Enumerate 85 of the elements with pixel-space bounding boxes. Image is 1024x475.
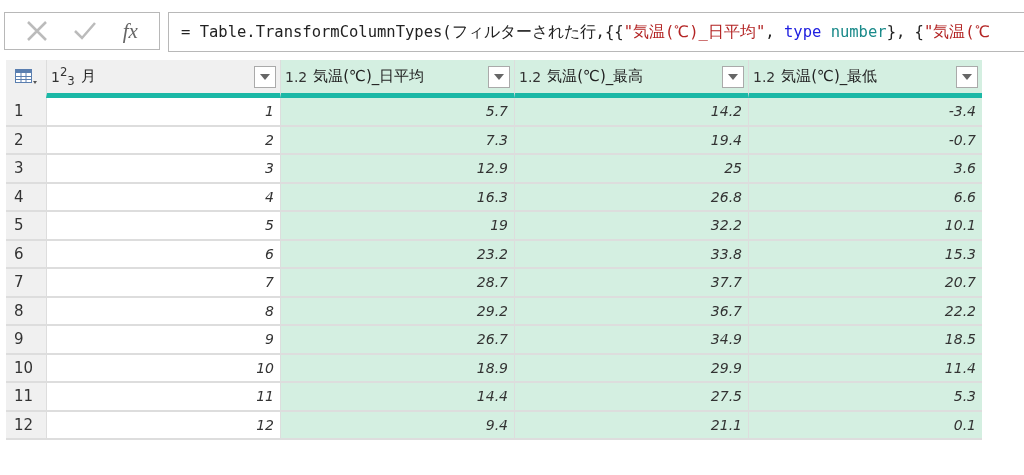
table-cell: 25 [514,155,748,184]
column-name: 気温(℃)_最低 [781,67,879,86]
table-cell: 26.7 [280,326,514,355]
column-name: 気温(℃)_最高 [547,67,645,86]
caret-icon [728,73,738,80]
table-cell: 32.2 [514,212,748,241]
caret-icon [962,73,972,80]
table-cell: 11.4 [748,354,982,383]
table-cell: 9.4 [280,411,514,440]
column-name: 気温(℃)_日平均 [313,67,426,86]
table-cell: 22.2 [748,297,982,326]
table-cell: 34.9 [514,326,748,355]
column-header[interactable]: 1.2 気温(℃)_最高 [514,60,748,98]
row-number: 10 [6,354,46,383]
row-number: 5 [6,212,46,241]
filter-dropdown-button[interactable] [956,65,978,88]
table-cell: 5 [46,212,280,241]
table-cell: 5.7 [280,98,514,127]
table-cell: 18.9 [280,354,514,383]
filter-dropdown-button[interactable] [254,65,276,88]
insert-function-button[interactable]: fx [122,18,138,44]
row-number: 2 [6,126,46,155]
table-cell: 7 [46,269,280,298]
column-header[interactable]: 1.2 気温(℃)_日平均 [280,60,514,98]
row-number: 9 [6,326,46,355]
table-cell: 36.7 [514,297,748,326]
row-number: 8 [6,297,46,326]
table-cell: 11 [46,383,280,412]
table-cell: 14.2 [514,98,748,127]
row-number: 3 [6,155,46,184]
filter-dropdown-button[interactable] [722,65,744,88]
caret-icon [494,73,504,80]
table-cell: 12.9 [280,155,514,184]
table-cell: 5.3 [748,383,982,412]
table-cell: 27.5 [514,383,748,412]
table-cell: 18.5 [748,326,982,355]
type-label: 1.2 [519,68,542,85]
table-cell: -3.4 [748,98,982,127]
table-cell: 28.7 [280,269,514,298]
close-icon [26,20,49,42]
table-cell: 4 [46,183,280,212]
column-header[interactable]: 1$^{2}$$_{3}$ 月 [46,60,280,98]
table-cell: 15.3 [748,240,982,269]
formula-field[interactable]: = Table.TransformColumnTypes(フィルターされた行,{{"気温(℃)_日平均", type number}, {"気温(℃ [168,12,1024,52]
table-cell: 29.2 [280,297,514,326]
row-number: 11 [6,383,46,412]
type-label: 1.2 [753,68,776,85]
table-cell: 6 [46,240,280,269]
table-cell: -0.7 [748,126,982,155]
table-cell: 6.6 [748,183,982,212]
column-name: 月 [80,67,97,86]
table-cell: 12 [46,411,280,440]
row-number: 7 [6,269,46,298]
type-label: 1.2 [285,68,308,85]
table-cell: 29.9 [514,354,748,383]
table-cell: 7.3 [280,126,514,155]
table-cell: 3.6 [748,155,982,184]
table-cell: 0.1 [748,411,982,440]
row-number: 12 [6,411,46,440]
table-cell: 10.1 [748,212,982,241]
row-number: 6 [6,240,46,269]
table-cell: 3 [46,155,280,184]
table-cell: 1 [46,98,280,127]
table-cell: 20.7 [748,269,982,298]
table-cell: 16.3 [280,183,514,212]
table-cell: 2 [46,126,280,155]
table-cell: 19 [280,212,514,241]
row-number: 1 [6,98,46,127]
table-cell: 14.4 [280,383,514,412]
table-cell: 9 [46,326,280,355]
table-cell: 37.7 [514,269,748,298]
checkmark-icon [74,21,97,41]
table-cell: 23.2 [280,240,514,269]
table-cell: 26.8 [514,183,748,212]
table-icon [15,68,37,85]
table-menu-button[interactable] [15,68,37,85]
filter-dropdown-button[interactable] [488,65,510,88]
table-cell: 21.1 [514,411,748,440]
table-cell: 33.8 [514,240,748,269]
table-cell: 19.4 [514,126,748,155]
column-header[interactable]: 1.2 気温(℃)_最低 [748,60,982,98]
caret-icon [260,73,270,80]
row-number: 4 [6,183,46,212]
table-cell: 10 [46,354,280,383]
table-cell: 8 [46,297,280,326]
